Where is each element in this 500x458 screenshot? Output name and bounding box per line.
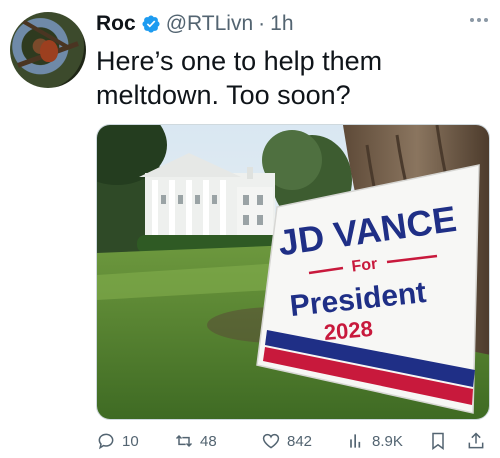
reply-button[interactable]: 10	[96, 428, 139, 454]
views-button[interactable]: 8.9K	[346, 428, 403, 454]
tweet-photo[interactable]: JD VANCE For President 2028	[96, 124, 490, 420]
reply-icon	[98, 433, 114, 450]
more-dot	[477, 18, 481, 22]
more-dot	[470, 18, 474, 22]
sign-line2: For	[351, 256, 379, 276]
like-count: 842	[287, 432, 313, 450]
views-icon	[350, 434, 361, 448]
like-button[interactable]: 842	[261, 428, 312, 454]
tweet-text: Here’s one to help them meltdown. Too so…	[96, 46, 383, 110]
views-count: 8.9K	[372, 432, 403, 450]
share-icon	[468, 432, 484, 449]
heart-icon	[262, 433, 280, 449]
bookmark-button[interactable]	[428, 428, 448, 454]
retweet-icon	[175, 434, 193, 448]
separator: ·	[258, 12, 266, 35]
timestamp[interactable]: 1h	[270, 12, 293, 36]
more-dots-icon[interactable]	[470, 16, 492, 24]
tweet-actions: 10 48 842 8.9K	[96, 428, 492, 454]
bookmark-icon	[432, 432, 444, 450]
avatar-bird	[40, 40, 58, 62]
author-name[interactable]: Roc	[96, 12, 136, 36]
retweet-button[interactable]: 48	[174, 428, 217, 454]
sign-line4: 2028	[323, 316, 374, 345]
more-dot	[484, 18, 488, 22]
tweet[interactable]: Roc @RTLivn · 1h Here’s one to help them…	[0, 0, 500, 458]
tweet-header: Roc @RTLivn · 1h	[96, 12, 294, 36]
retweet-count: 48	[200, 432, 217, 450]
verified-badge-icon[interactable]	[141, 14, 161, 34]
avatar[interactable]	[10, 12, 86, 88]
reply-count: 10	[122, 432, 139, 450]
author-handle[interactable]: @RTLivn	[166, 12, 253, 36]
share-button[interactable]	[466, 428, 486, 454]
photo-scene: JD VANCE For President 2028	[97, 125, 489, 419]
